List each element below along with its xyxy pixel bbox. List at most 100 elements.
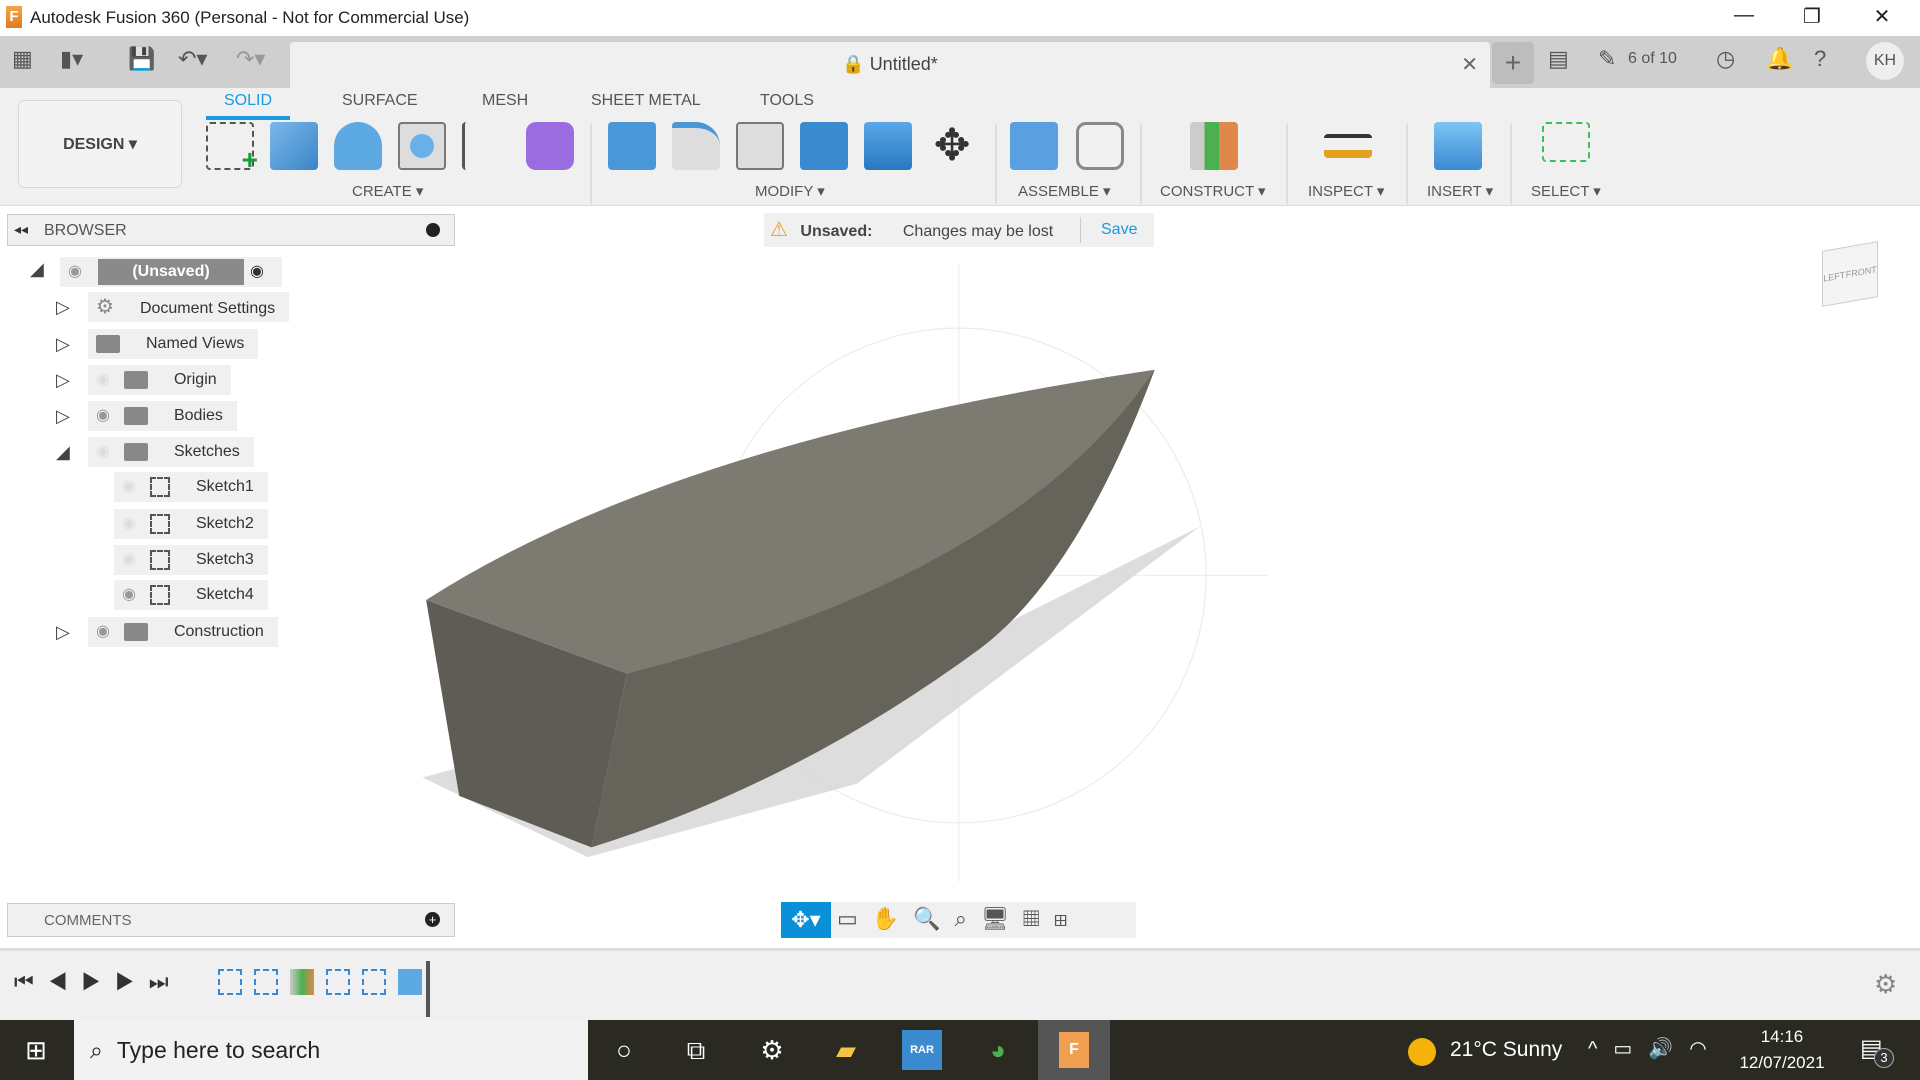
action-center-icon[interactable]: ▤ 3 xyxy=(1860,1034,1894,1068)
eye-hidden-icon[interactable]: ◉ xyxy=(96,443,110,460)
task-view-icon[interactable]: ⧉ xyxy=(676,1030,716,1070)
timeline-plane-feature[interactable] xyxy=(290,969,314,995)
folder-icon xyxy=(123,622,148,641)
chrome-icon[interactable]: ◕ xyxy=(978,1030,1018,1070)
sketch-icon xyxy=(149,549,170,570)
wifi-icon[interactable]: ◠ xyxy=(1689,1038,1722,1060)
browser-item-label: Document Settings xyxy=(139,300,276,317)
timeline-sketch-feature[interactable] xyxy=(362,969,386,995)
windows-taskbar: ⊞ ⌕ Type here to search ○ ⧉ ⚙ ▰ RAR ◕ F 2… xyxy=(0,1020,1920,1080)
browser-item-label: Origin xyxy=(173,371,217,388)
go-to-end-icon[interactable]: ⏭ xyxy=(149,969,183,994)
browser-minimize-icon[interactable] xyxy=(426,223,440,237)
warning-icon: ⚠ xyxy=(770,219,788,241)
eye-hidden-icon[interactable]: ◉ xyxy=(122,551,136,568)
browser-item-sketch1[interactable]: ◉ Sketch1 xyxy=(114,472,268,502)
unsaved-message: Changes may be lost xyxy=(902,223,1054,240)
timeline-settings-gear-icon[interactable]: ⚙ xyxy=(1874,969,1897,1000)
root-label: (Unsaved) xyxy=(98,259,244,285)
collapse-browser-icon[interactable]: ◂◂ xyxy=(14,221,28,238)
browser-item-construction[interactable]: ▷ ◉ Construction xyxy=(56,617,278,647)
show-hidden-icons-icon[interactable]: ^ xyxy=(1588,1038,1613,1060)
timeline: ⏮◀▶▶⏭ ⚙ xyxy=(0,948,1920,1020)
clock[interactable]: 14:16 12/07/2021 xyxy=(1730,1024,1834,1076)
viewports-icon[interactable]: ⊞ xyxy=(1054,906,1082,931)
eye-hidden-icon[interactable]: ◉ xyxy=(122,515,136,532)
play-icon[interactable]: ▶ xyxy=(81,969,115,994)
pan-icon[interactable]: ✋ xyxy=(872,906,913,931)
folder-icon xyxy=(123,442,148,461)
timeline-sketch-feature[interactable] xyxy=(254,969,278,995)
browser-item-label: Sketch3 xyxy=(195,551,254,568)
viewcube[interactable]: LEFT FRONT xyxy=(1812,236,1892,316)
browser-item-named-views[interactable]: ▷ Named Views xyxy=(56,329,259,359)
eye-icon[interactable]: ◉ xyxy=(122,586,136,603)
browser-item-sketch2[interactable]: ◉ Sketch2 xyxy=(114,509,268,539)
taskbar-search-box[interactable]: ⌕ Type here to search xyxy=(74,1020,588,1080)
file-explorer-icon[interactable]: ▰ xyxy=(826,1030,866,1070)
folder-icon xyxy=(96,334,120,353)
save-link[interactable]: Save xyxy=(1101,213,1137,247)
timeline-sketch-feature[interactable] xyxy=(218,969,242,995)
winrar-icon[interactable]: RAR xyxy=(902,1030,942,1070)
battery-icon[interactable]: ▭ xyxy=(1613,1038,1648,1060)
tree-root-unsaved[interactable]: ◉ (Unsaved) ◉ xyxy=(60,257,282,287)
zoom-icon[interactable]: 🔍 xyxy=(913,906,954,931)
browser-item-document-settings[interactable]: ▷ ⚙ Document Settings xyxy=(56,292,290,322)
sketch-icon xyxy=(149,513,170,534)
browser-item-label: Bodies xyxy=(173,407,223,424)
timeline-sketch-feature[interactable] xyxy=(326,969,350,995)
expand-triangle-icon[interactable]: ▷ xyxy=(56,617,70,647)
folder-icon xyxy=(123,406,148,425)
activate-radio-icon[interactable]: ◉ xyxy=(250,257,264,287)
viewcube-front-face[interactable]: FRONT xyxy=(1846,264,1877,279)
orbit-icon[interactable]: ✥▾ xyxy=(781,902,831,938)
viewcube-left-face[interactable]: LEFT xyxy=(1823,270,1845,284)
eye-hidden-icon[interactable]: ◉ xyxy=(96,371,110,388)
fit-icon[interactable]: ⌕ xyxy=(955,906,981,931)
expand-triangle-icon[interactable]: ◢ xyxy=(30,259,44,280)
unsaved-banner: ⚠ Unsaved: Changes may be lost Save xyxy=(764,213,1154,247)
step-forward-icon[interactable]: ▶ xyxy=(115,969,149,994)
windows-start-icon[interactable]: ⊞ xyxy=(16,1030,56,1070)
browser-item-label: Sketch1 xyxy=(195,478,254,495)
settings-gear-icon[interactable]: ⚙ xyxy=(752,1030,792,1070)
browser-item-sketches[interactable]: ◢ ◉ Sketches xyxy=(56,437,254,467)
browser-item-origin[interactable]: ▷ ◉ Origin xyxy=(56,365,231,395)
timeline-loft-feature[interactable] xyxy=(398,969,422,995)
collapse-triangle-icon[interactable]: ◢ xyxy=(56,437,70,467)
expand-triangle-icon[interactable]: ▷ xyxy=(56,401,70,431)
unsaved-status: Unsaved: xyxy=(800,223,873,240)
cortana-icon[interactable]: ○ xyxy=(604,1030,644,1070)
expand-triangle-icon[interactable]: ▷ xyxy=(56,365,70,395)
browser-item-sketch4[interactable]: ◉ Sketch4 xyxy=(114,580,268,610)
comments-panel: COMMENTS + xyxy=(7,903,455,937)
add-comment-icon[interactable]: + xyxy=(425,912,440,927)
timeline-marker[interactable] xyxy=(426,961,430,1017)
fusion-taskbar-button[interactable]: F xyxy=(1038,1020,1110,1080)
weather-sun-icon xyxy=(1408,1038,1436,1066)
expand-triangle-icon[interactable]: ▷ xyxy=(56,329,70,359)
eye-icon[interactable]: ◉ xyxy=(96,623,110,640)
browser-item-bodies[interactable]: ▷ ◉ Bodies xyxy=(56,401,237,431)
sketch-icon xyxy=(149,584,170,605)
go-to-start-icon[interactable]: ⏮ xyxy=(14,969,48,994)
folder-icon xyxy=(123,370,148,389)
sketch-icon xyxy=(149,476,170,497)
notification-count-badge: 3 xyxy=(1874,1048,1894,1068)
volume-icon[interactable]: 🔊 xyxy=(1648,1038,1689,1060)
browser-item-label: Construction xyxy=(173,623,264,640)
look-at-icon[interactable]: ▭ xyxy=(837,906,872,931)
display-settings-icon[interactable]: 🖥 xyxy=(981,906,1023,931)
comments-title: COMMENTS xyxy=(44,912,132,929)
eye-hidden-icon[interactable]: ◉ xyxy=(122,478,136,495)
expand-triangle-icon[interactable]: ▷ xyxy=(56,292,70,322)
grid-settings-icon[interactable]: ▦ xyxy=(1023,906,1054,931)
navigation-bar: ✥▾ ▭✋🔍⌕🖥▦⊞ xyxy=(781,902,1136,938)
browser-item-sketch3[interactable]: ◉ Sketch3 xyxy=(114,545,268,575)
eye-icon: ◉ xyxy=(68,263,82,280)
weather-text[interactable]: 21°C Sunny xyxy=(1450,1038,1562,1062)
step-back-icon[interactable]: ◀ xyxy=(48,969,82,994)
browser-title: BROWSER xyxy=(44,222,127,239)
eye-icon[interactable]: ◉ xyxy=(96,407,110,424)
